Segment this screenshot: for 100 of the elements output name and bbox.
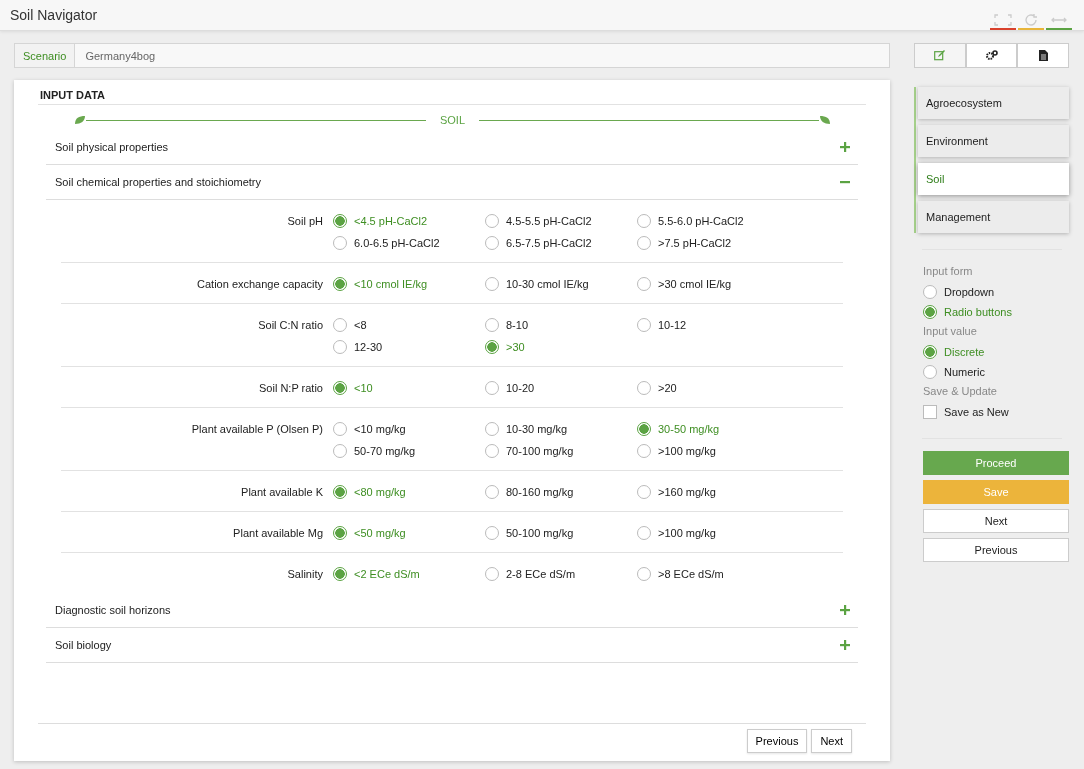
document-icon[interactable]: [1017, 43, 1069, 68]
radio-button[interactable]: [485, 381, 499, 395]
radio-button[interactable]: [333, 485, 347, 499]
property-label: Plant available Mg: [232, 526, 324, 541]
divider-label: SOIL: [438, 114, 467, 126]
radio-button[interactable]: [485, 526, 499, 540]
settings-heading: Save & Update: [923, 384, 998, 399]
nav-tab[interactable]: Soil: [918, 163, 1069, 195]
checkbox[interactable]: [923, 405, 937, 419]
radio-button[interactable]: [333, 422, 347, 436]
radio-button[interactable]: [333, 526, 347, 540]
property-label: Plant available K: [240, 485, 324, 500]
radio-button[interactable]: [333, 444, 347, 458]
scenario-value: Germany4bog: [84, 48, 157, 64]
radio-button[interactable]: [637, 422, 651, 436]
refresh-icon[interactable]: [1018, 12, 1044, 30]
radio-button[interactable]: [923, 305, 937, 319]
property-label: Soil N:P ratio: [258, 381, 324, 396]
option-label: 10-12: [658, 319, 687, 331]
option-label: >30 cmol IE/kg: [658, 278, 732, 290]
radio-button[interactable]: [485, 567, 499, 581]
option-label: 10-20: [506, 382, 535, 394]
radio-button[interactable]: [333, 214, 347, 228]
radio-button[interactable]: [637, 381, 651, 395]
radio-button[interactable]: [485, 422, 499, 436]
option-label: 70-100 mg/kg: [506, 445, 574, 457]
radio-button[interactable]: [485, 340, 499, 354]
radio-button[interactable]: [485, 236, 499, 250]
option-label: 4.5-5.5 pH-CaCl2: [506, 215, 592, 227]
option-label: <80 mg/kg: [354, 486, 406, 498]
card-title: INPUT DATA: [38, 84, 866, 105]
option-label: >20: [658, 382, 677, 394]
radio-button[interactable]: [333, 381, 347, 395]
accordion-header[interactable]: Soil biology: [46, 628, 858, 663]
radio-button[interactable]: [485, 277, 499, 291]
pager-button[interactable]: Previous: [746, 729, 808, 753]
option-label: >160 mg/kg: [658, 486, 716, 498]
radio-button[interactable]: [333, 318, 347, 332]
property-label: Soil pH: [286, 214, 324, 229]
radio-button[interactable]: [637, 318, 651, 332]
radio-button[interactable]: [637, 444, 651, 458]
accordion-header[interactable]: Soil physical properties: [46, 130, 858, 165]
option-label: <8: [354, 319, 367, 331]
option-label: 10-30 mg/kg: [506, 423, 568, 435]
radio-button[interactable]: [923, 345, 937, 359]
option-label: Save as New: [944, 406, 1009, 418]
radio-button[interactable]: [485, 214, 499, 228]
radio-button[interactable]: [637, 567, 651, 581]
option-label: Dropdown: [944, 286, 995, 298]
settings-heading: Input value: [923, 324, 978, 339]
option-label: Discrete: [944, 346, 985, 358]
accordion-header[interactable]: Diagnostic soil horizons: [46, 593, 858, 628]
action-button[interactable]: Previous: [923, 538, 1069, 562]
nav-tab[interactable]: Agroecosystem: [918, 87, 1069, 119]
option-label: 10-30 cmol IE/kg: [506, 278, 589, 290]
radio-button[interactable]: [923, 365, 937, 379]
leaf-icon: [819, 115, 831, 125]
option-label: 8-10: [506, 319, 529, 331]
radio-button[interactable]: [637, 214, 651, 228]
option-label: >30: [506, 341, 525, 353]
radio-button[interactable]: [333, 340, 347, 354]
option-label: <10 cmol IE/kg: [354, 278, 428, 290]
radio-button[interactable]: [485, 318, 499, 332]
radio-button[interactable]: [637, 485, 651, 499]
option-label: >7.5 pH-CaCl2: [658, 237, 732, 249]
option-label: <10 mg/kg: [354, 423, 406, 435]
pager-button[interactable]: Next: [811, 729, 852, 753]
property-label: Plant available P (Olsen P): [190, 422, 324, 437]
radio-button[interactable]: [637, 277, 651, 291]
radio-button[interactable]: [333, 277, 347, 291]
option-label: <2 ECe dS/m: [354, 568, 420, 580]
action-button[interactable]: Next: [923, 509, 1069, 533]
radio-button[interactable]: [485, 444, 499, 458]
radio-button[interactable]: [333, 567, 347, 581]
scenario-label: Scenario: [15, 44, 76, 67]
radio-button[interactable]: [637, 526, 651, 540]
option-label: 80-160 mg/kg: [506, 486, 574, 498]
leaf-icon: [74, 115, 86, 125]
nav-tab[interactable]: Environment: [918, 125, 1069, 157]
option-label: 6.5-7.5 pH-CaCl2: [506, 237, 592, 249]
radio-button[interactable]: [485, 485, 499, 499]
scenario-field[interactable]: Scenario Germany4bog: [14, 43, 890, 68]
option-label: 6.0-6.5 pH-CaCl2: [354, 237, 440, 249]
option-label: Radio buttons: [944, 306, 1012, 318]
option-label: >8 ECe dS/m: [658, 568, 724, 580]
nav-tab[interactable]: Management: [918, 201, 1069, 233]
option-label: <4.5 pH-CaCl2: [354, 215, 428, 227]
radio-button[interactable]: [333, 236, 347, 250]
expand-icon[interactable]: [990, 12, 1016, 30]
settings-icon[interactable]: [965, 43, 1018, 68]
option-label: 50-70 mg/kg: [354, 445, 416, 457]
option-label: Numeric: [944, 366, 985, 378]
option-label: >100 mg/kg: [658, 445, 716, 457]
option-label: <10: [354, 382, 373, 394]
accordion-header[interactable]: Soil chemical properties and stoichiometry: [46, 165, 858, 200]
property-label: Soil C:N ratio: [257, 318, 324, 333]
radio-button[interactable]: [637, 236, 651, 250]
property-label: Cation exchange capacity: [196, 277, 324, 292]
property-label: Salinity: [286, 567, 324, 582]
radio-button[interactable]: [923, 285, 937, 299]
